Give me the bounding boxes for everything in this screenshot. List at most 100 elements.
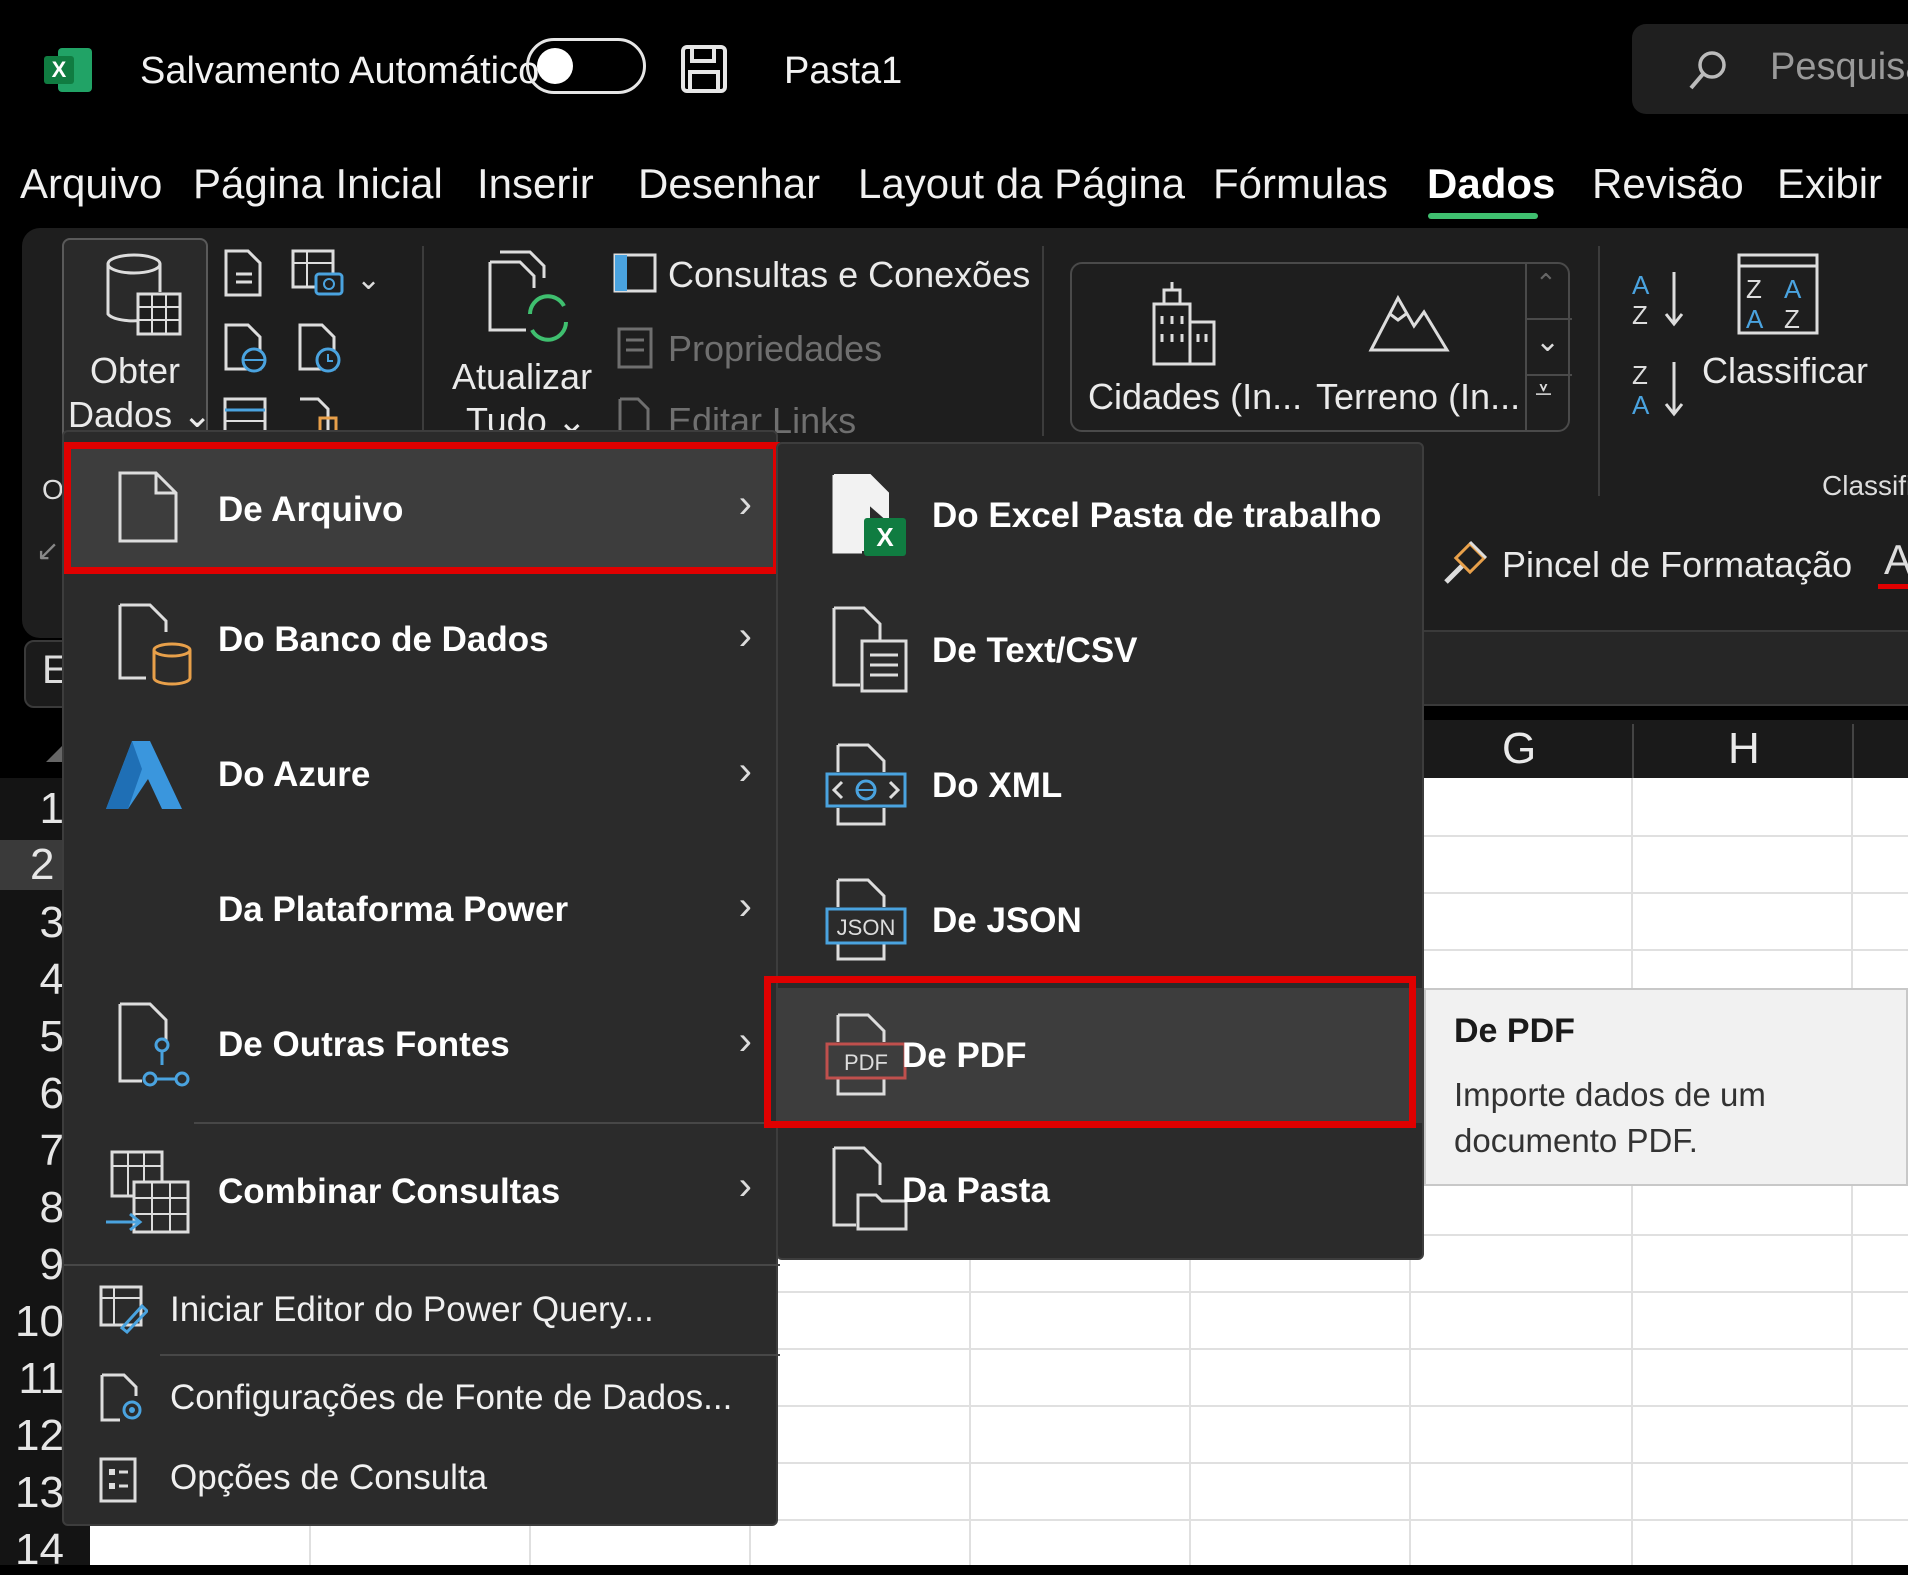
ribbon-collapse-icon[interactable]: ↙ bbox=[36, 534, 59, 567]
menu-item-power-query-editor[interactable]: Iniciar Editor do Power Query... bbox=[64, 1268, 776, 1352]
svg-text:A: A bbox=[1784, 274, 1802, 304]
submenu-item-label: De JSON bbox=[932, 901, 1082, 940]
file-name: Pasta1 bbox=[784, 50, 903, 92]
submenu-item-label: De Text/CSV bbox=[932, 631, 1138, 670]
gallery-item-terreno[interactable]: Terreno (In... bbox=[1316, 376, 1520, 418]
from-text-icon[interactable] bbox=[222, 248, 266, 298]
queries-connections-button[interactable]: Consultas e Conexões bbox=[668, 254, 1030, 296]
get-data-button[interactable]: Obter Dados ⌄ bbox=[62, 238, 212, 442]
recent-sources-icon[interactable] bbox=[296, 322, 344, 374]
row-header[interactable]: 12 bbox=[0, 1411, 64, 1461]
chevron-right-icon: › bbox=[738, 749, 752, 793]
tab-exibir[interactable]: Exibir bbox=[1777, 160, 1882, 208]
row-header[interactable]: 10 bbox=[0, 1297, 64, 1347]
tab-pagina-inicial[interactable]: Página Inicial bbox=[193, 160, 443, 208]
svg-text:Z: Z bbox=[1632, 300, 1648, 328]
tab-layout-da-pagina[interactable]: Layout da Página bbox=[858, 160, 1185, 208]
sort-group-label: Classifi bbox=[1822, 470, 1908, 501]
menu-item-label: Da Plataforma Power bbox=[218, 890, 569, 929]
properties-icon bbox=[616, 326, 656, 370]
tab-dados[interactable]: Dados bbox=[1427, 160, 1555, 208]
submenu-item-label: Do Excel Pasta de trabalho bbox=[932, 496, 1382, 535]
get-data-menu: De Arquivo › Do Banco de Dados › Do Azur… bbox=[62, 430, 780, 1526]
gallery-expand-icon[interactable]: ⩡ bbox=[1535, 374, 1552, 408]
refresh-all-icon[interactable] bbox=[486, 248, 572, 344]
select-all-corner[interactable] bbox=[46, 746, 62, 762]
menu-item-label: Opções de Consulta bbox=[170, 1458, 488, 1497]
svg-text:A: A bbox=[1632, 390, 1650, 418]
search-box[interactable]: Pesquisa bbox=[1632, 24, 1908, 114]
tab-arquivo[interactable]: Arquivo bbox=[20, 160, 162, 208]
database-icon bbox=[116, 602, 196, 688]
svg-text:JSON: JSON bbox=[837, 915, 896, 940]
tab-inserir[interactable]: Inserir bbox=[477, 160, 594, 208]
formula-bar[interactable] bbox=[1420, 630, 1908, 706]
row-header[interactable]: 5 bbox=[0, 1012, 64, 1062]
submenu-item-excel-workbook[interactable]: X Do Excel Pasta de trabalho bbox=[778, 448, 1422, 583]
menu-item-query-options[interactable]: Opções de Consulta bbox=[64, 1440, 776, 1520]
tab-desenhar[interactable]: Desenhar bbox=[638, 160, 820, 208]
mountain-icon[interactable] bbox=[1368, 290, 1450, 354]
from-picture-icon[interactable] bbox=[290, 248, 346, 298]
chevron-down-icon[interactable]: ⌄ bbox=[356, 262, 381, 297]
svg-text:Z: Z bbox=[1746, 274, 1762, 304]
font-color-a[interactable]: A bbox=[1884, 536, 1908, 584]
row-header[interactable]: 9 bbox=[0, 1240, 64, 1290]
sort-z-a-icon[interactable]: ZA bbox=[1630, 358, 1690, 418]
chevron-right-icon: › bbox=[738, 1019, 752, 1063]
format-painter-icon[interactable] bbox=[1442, 538, 1490, 586]
excel-logo-icon: X bbox=[44, 46, 94, 94]
menu-item-de-outras-fontes[interactable]: De Outras Fontes › bbox=[64, 979, 776, 1114]
gallery-down-icon[interactable]: ⌄ bbox=[1535, 324, 1560, 359]
cities-building-icon[interactable] bbox=[1148, 282, 1220, 366]
combine-queries-icon bbox=[104, 1148, 194, 1240]
submenu-item-text-csv[interactable]: De Text/CSV bbox=[778, 583, 1422, 718]
xml-icon bbox=[824, 742, 910, 828]
column-divider bbox=[1852, 724, 1854, 778]
tab-formulas[interactable]: Fórmulas bbox=[1213, 160, 1388, 208]
svg-text:A: A bbox=[1746, 304, 1764, 334]
search-placeholder: Pesquisa bbox=[1770, 46, 1908, 88]
autosave-toggle[interactable] bbox=[526, 38, 646, 94]
menu-item-data-source-settings[interactable]: Configurações de Fonte de Dados... bbox=[64, 1356, 776, 1440]
gallery-scroll: ⌃ ⌄ ⩡ bbox=[1525, 262, 1572, 432]
properties-button[interactable]: Propriedades bbox=[668, 328, 882, 370]
chevron-right-icon: › bbox=[738, 884, 752, 928]
menu-item-do-banco-de-dados[interactable]: Do Banco de Dados › bbox=[64, 574, 776, 709]
column-header-h[interactable]: H bbox=[1728, 724, 1760, 774]
row-header[interactable]: 8 bbox=[0, 1183, 64, 1233]
gallery-up-icon[interactable]: ⌃ bbox=[1535, 268, 1557, 299]
row-header[interactable]: 14 bbox=[0, 1525, 64, 1575]
sort-dialog-icon[interactable]: ZAAZ bbox=[1736, 252, 1820, 336]
row-header[interactable]: 6 bbox=[0, 1069, 64, 1119]
save-icon[interactable] bbox=[680, 44, 728, 94]
menu-item-de-arquivo[interactable]: De Arquivo › bbox=[64, 442, 780, 574]
row-header[interactable]: 7 bbox=[0, 1126, 64, 1176]
submenu-item-folder[interactable]: Da Pasta bbox=[778, 1123, 1422, 1258]
row-header[interactable]: 4 bbox=[0, 955, 64, 1005]
menu-item-combinar-consultas[interactable]: Combinar Consultas › bbox=[64, 1124, 776, 1259]
from-file-submenu: X Do Excel Pasta de trabalho De Text/CSV… bbox=[776, 442, 1424, 1260]
from-web-icon[interactable] bbox=[222, 322, 270, 374]
row-header[interactable]: 1 bbox=[0, 784, 64, 834]
row-header[interactable]: 11 bbox=[0, 1354, 64, 1404]
menu-item-da-plataforma-power[interactable]: Da Plataforma Power › bbox=[64, 844, 776, 979]
sort-a-z-icon[interactable]: AZ bbox=[1630, 268, 1690, 328]
tooltip-body: Importe dados de um documento PDF. bbox=[1454, 1076, 1766, 1159]
gallery-item-cidades[interactable]: Cidades (In... bbox=[1088, 376, 1302, 418]
menu-item-do-azure[interactable]: Do Azure › bbox=[64, 709, 776, 844]
autosave-label: Salvamento Automático bbox=[140, 50, 540, 92]
row-header[interactable]: 3 bbox=[0, 898, 64, 948]
refresh-all-label-1[interactable]: Atualizar bbox=[452, 356, 592, 398]
sort-button[interactable]: Classificar bbox=[1702, 350, 1868, 392]
submenu-item-xml[interactable]: Do XML bbox=[778, 718, 1422, 853]
tab-revisao[interactable]: Revisão bbox=[1592, 160, 1744, 208]
highlight-box bbox=[64, 442, 780, 574]
row-header[interactable]: 13 bbox=[0, 1468, 64, 1518]
submenu-item-json[interactable]: JSON De JSON bbox=[778, 853, 1422, 988]
format-painter-button[interactable]: Pincel de Formatação bbox=[1502, 544, 1852, 586]
folder-icon bbox=[830, 1145, 910, 1235]
tooltip: De PDF Importe dados de um documento PDF… bbox=[1424, 988, 1908, 1186]
power-query-editor-icon bbox=[98, 1284, 148, 1334]
column-header-g[interactable]: G bbox=[1502, 724, 1536, 774]
